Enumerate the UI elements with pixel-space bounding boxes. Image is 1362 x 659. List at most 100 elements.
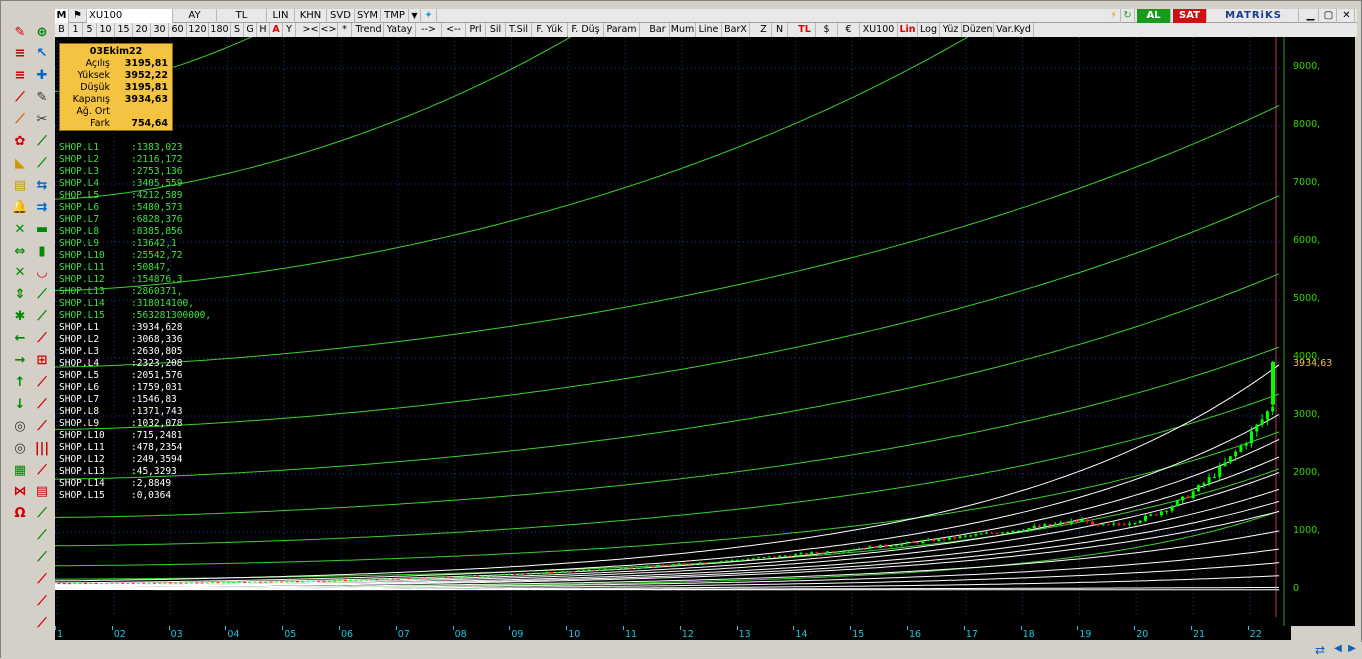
toolbar-item[interactable]: H (257, 23, 270, 37)
drawing-tool-icon[interactable]: ⟋ (33, 373, 51, 391)
drawing-tool-icon[interactable]: ⟋ (33, 505, 51, 523)
drawing-tool-icon[interactable]: ⟋ (33, 461, 51, 479)
toolbar-item[interactable]: Prl (466, 23, 486, 37)
drawing-tool-icon[interactable]: ✿ (11, 133, 29, 151)
toolbar-item[interactable]: <-- (442, 23, 466, 37)
toolbar-item[interactable]: F. Düş (568, 23, 604, 37)
drawing-tool-icon[interactable]: ⇆ (33, 176, 51, 194)
toolbar-item[interactable]: $ (816, 23, 838, 37)
drawing-tool-icon[interactable]: ▮ (33, 242, 51, 260)
scale-select[interactable]: LIN (267, 9, 295, 23)
drawing-tool-icon[interactable]: ⋈ (11, 483, 29, 501)
drawing-tool-icon[interactable]: ⇔ (11, 242, 29, 260)
toolbar-item[interactable]: F. Yük (532, 23, 568, 37)
drawing-tool-icon[interactable]: 🔔 (11, 198, 29, 216)
toolbar-item[interactable]: Z (756, 23, 772, 37)
drawing-tool-icon[interactable]: ⊞ (33, 352, 51, 370)
toolbar-item[interactable]: € (838, 23, 860, 37)
drawing-tool-icon[interactable]: ✎ (11, 23, 29, 41)
toolbar-item[interactable]: >< (302, 23, 320, 37)
drawing-tool-icon[interactable]: ⟋ (33, 592, 51, 610)
drawing-tool-icon[interactable]: ▬ (33, 220, 51, 238)
scroll-right-icon[interactable]: ▶ (1345, 643, 1359, 657)
toolbar-item[interactable]: XU100 (860, 23, 898, 37)
drawing-tool-icon[interactable]: ⟋ (33, 417, 51, 435)
drawing-tool-icon[interactable]: ⇕ (11, 286, 29, 304)
svd-button[interactable]: SVD (327, 9, 355, 23)
drawing-tool-icon[interactable]: ✎ (33, 89, 51, 107)
drawing-tool-icon[interactable]: ✚ (33, 67, 51, 85)
lightning-icon[interactable]: ⚡ (1107, 9, 1121, 23)
drawing-tool-icon[interactable]: ⟋ (33, 286, 51, 304)
toolbar-item[interactable]: Log (918, 23, 940, 37)
drawing-tool-icon[interactable]: ⟋ (33, 527, 51, 545)
drawing-tool-icon[interactable]: ↓ (11, 395, 29, 413)
drawing-tool-icon[interactable]: ⟋ (33, 308, 51, 326)
toolbar-item[interactable]: A (270, 23, 283, 37)
toolbar-item[interactable]: Yatay (384, 23, 416, 37)
drawing-tool-icon[interactable]: Ω (11, 505, 29, 523)
toolbar-item[interactable]: 1 (69, 23, 83, 37)
tmp-button[interactable]: TMP (381, 9, 409, 23)
drawing-tool-icon[interactable]: ⟋ (33, 614, 51, 632)
drawing-tool-icon[interactable]: ⟋ (11, 89, 29, 107)
toolbar-item[interactable]: Yüz (940, 23, 962, 37)
toolbar-item[interactable]: <> (320, 23, 338, 37)
toolbar-item[interactable]: 120 (187, 23, 209, 37)
toolbar-item[interactable]: 20 (133, 23, 151, 37)
drawing-tool-icon[interactable]: ⟋ (11, 111, 29, 129)
drawing-tool-icon[interactable]: ▤ (11, 176, 29, 194)
toolbar-item[interactable]: 15 (115, 23, 133, 37)
drawing-tool-icon[interactable]: ✕ (11, 220, 29, 238)
toolbar-item[interactable]: Var.Kyd (994, 23, 1034, 37)
toolbar-item[interactable]: G (244, 23, 257, 37)
toolbar-item[interactable]: B (55, 23, 69, 37)
toolbar-item[interactable]: Line (696, 23, 722, 37)
toolbar-item[interactable]: 5 (83, 23, 97, 37)
toolbar-item[interactable]: Düzen (962, 23, 994, 37)
symbol-field[interactable]: XU100 (87, 9, 173, 23)
drawing-tool-icon[interactable]: ◡ (33, 264, 51, 282)
toolbar-item[interactable]: Trend (354, 23, 384, 37)
toolbar-item[interactable]: N (772, 23, 788, 37)
toolbar-item[interactable]: 10 (97, 23, 115, 37)
drawing-tool-icon[interactable]: ||| (33, 439, 51, 457)
drawing-tool-icon[interactable]: ⟋ (33, 133, 51, 151)
scroll-left-icon[interactable]: ◀ (1331, 643, 1345, 657)
toolbar-item[interactable]: Sil (486, 23, 506, 37)
menu-button[interactable]: M (55, 9, 69, 23)
dropdown-icon[interactable]: ▼ (409, 9, 421, 23)
drawing-tool-icon[interactable]: → (11, 352, 29, 370)
drawing-tool-icon[interactable]: ✕ (11, 264, 29, 282)
toolbar-item[interactable]: 60 (169, 23, 187, 37)
sym-button[interactable]: SYM (355, 9, 381, 23)
toolbar-item[interactable]: Param (604, 23, 640, 37)
drawing-tool-icon[interactable]: ▤ (33, 483, 51, 501)
drawing-tool-icon[interactable]: ✂ (33, 111, 51, 129)
refresh-icon[interactable]: ↻ (1121, 9, 1135, 23)
khn-button[interactable]: KHN (295, 9, 327, 23)
drawing-tool-icon[interactable]: ▦ (11, 461, 29, 479)
close-button[interactable]: ✕ (1339, 9, 1355, 23)
drawing-tool-icon[interactable]: ✱ (11, 308, 29, 326)
toolbar-item[interactable]: Bar (646, 23, 670, 37)
drawing-tool-icon[interactable]: ↑ (11, 373, 29, 391)
drawing-tool-icon[interactable]: ⊕ (33, 23, 51, 41)
drawing-tool-icon[interactable]: ⟋ (33, 549, 51, 567)
drawing-tool-icon[interactable]: ⟋ (33, 395, 51, 413)
sell-button[interactable]: SAT (1173, 9, 1207, 23)
drawing-tool-icon[interactable]: ◣ (11, 154, 29, 172)
drawing-tool-icon[interactable]: ⟋ (33, 571, 51, 589)
buy-button[interactable]: AL (1137, 9, 1171, 23)
toolbar-item[interactable]: S (231, 23, 244, 37)
flag-icon[interactable]: ⚑ (69, 9, 87, 23)
toolbar-item[interactable]: Mum (670, 23, 696, 37)
price-chart[interactable] (55, 37, 1355, 626)
drawing-tool-icon[interactable]: ← (11, 330, 29, 348)
drawing-tool-icon[interactable]: ↖ (33, 45, 51, 63)
toolbar-item[interactable]: 30 (151, 23, 169, 37)
drawing-tool-icon[interactable]: ≡ (11, 45, 29, 63)
minimize-button[interactable]: ▁ (1303, 9, 1319, 23)
drawing-tool-icon[interactable]: ◎ (11, 439, 29, 457)
period-select[interactable]: AY (173, 9, 217, 23)
